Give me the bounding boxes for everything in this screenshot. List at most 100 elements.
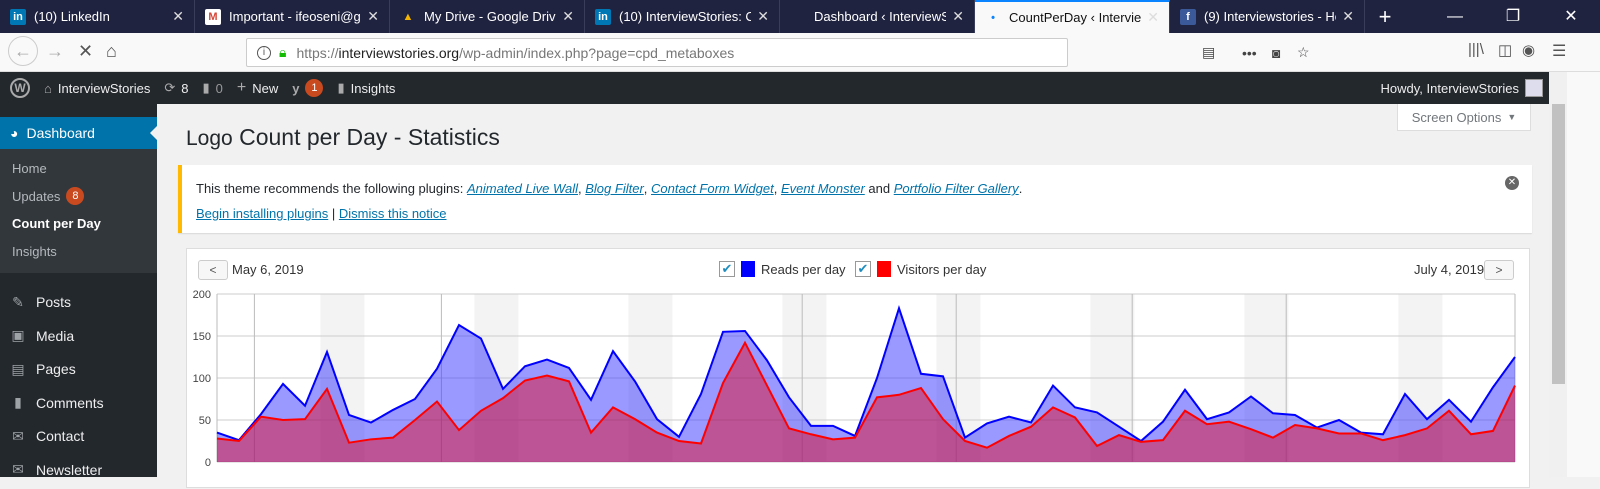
tab[interactable]: • CountPerDay ‹ InterviewSt ✕ bbox=[975, 0, 1170, 33]
sidebar-item-dashboard[interactable]: ◕ Dashboard bbox=[0, 117, 157, 149]
tab[interactable]: Dashboard ‹ InterviewStori ✕ bbox=[780, 0, 975, 33]
plugin-link[interactable]: Blog Filter bbox=[585, 181, 644, 196]
updates-count: 8 bbox=[181, 80, 189, 96]
back-button[interactable]: ← bbox=[8, 36, 38, 66]
sidebar-item[interactable]: ✎ Posts bbox=[0, 287, 157, 317]
begin-installing-link[interactable]: Begin installing plugins bbox=[196, 206, 328, 221]
y-tick-label: 150 bbox=[193, 331, 211, 343]
media-icon: ▣ bbox=[11, 327, 25, 343]
close-tab-icon[interactable]: ✕ bbox=[562, 8, 574, 25]
reader-view-icon[interactable]: ▤ bbox=[1202, 44, 1215, 61]
screen-options-button[interactable]: Screen Options ▼ bbox=[1397, 104, 1531, 131]
pages-icon: ▤ bbox=[11, 360, 25, 377]
url-bar[interactable]: i 🔒︎ https://interviewstories.org/wp-adm… bbox=[246, 38, 1310, 67]
howdy-account[interactable]: Howdy, InterviewStories bbox=[1381, 79, 1543, 97]
new-content-link[interactable]: + New bbox=[237, 79, 278, 97]
tab[interactable]: in (10) InterviewStories: Com ✕ bbox=[585, 0, 780, 33]
close-tab-icon[interactable]: ✕ bbox=[952, 8, 964, 25]
screen-options-label: Screen Options bbox=[1411, 109, 1502, 125]
sidebar-item[interactable]: ✉ Newsletter bbox=[0, 455, 157, 485]
sidebar-item-label: Dashboard bbox=[26, 125, 95, 141]
dismiss-notice-link[interactable]: Dismiss this notice bbox=[339, 206, 447, 221]
library-icon[interactable]: |||\ bbox=[1468, 41, 1484, 58]
sidebar-item[interactable]: ✉ Contact bbox=[0, 421, 157, 451]
updates-link[interactable]: ⟳ 8 bbox=[164, 80, 188, 96]
wp-admin-bar: W ⌂ InterviewStories ⟳ 8 ▮ 0 + New y1 ▮ Insig… bbox=[0, 72, 1549, 104]
submenu-label: Home bbox=[12, 161, 47, 177]
tab[interactable]: ▲ My Drive - Google Drive ✕ bbox=[390, 0, 585, 33]
title-logo: Logo bbox=[186, 127, 233, 150]
submenu-item[interactable]: Insights bbox=[0, 238, 157, 266]
y-tick-label: 200 bbox=[193, 289, 211, 301]
sidebar-item[interactable]: ▤ Pages bbox=[0, 354, 157, 384]
close-tab-icon[interactable]: ✕ bbox=[757, 8, 769, 25]
menu-icon[interactable]: ☰ bbox=[1552, 41, 1566, 61]
sidebar-item-label: Contact bbox=[36, 428, 85, 444]
close-window-button[interactable]: ✕ bbox=[1542, 0, 1600, 33]
bookmark-star-icon[interactable]: ☆ bbox=[1297, 44, 1310, 61]
yoast-icon: y bbox=[292, 80, 300, 96]
area-chart: 0 50 100 150 200 bbox=[193, 289, 1516, 469]
plugin-link[interactable]: Animated Live Wall bbox=[467, 181, 578, 196]
new-tab-button[interactable]: + bbox=[1365, 0, 1405, 33]
loading-dot-icon: • bbox=[991, 11, 995, 24]
tab-label: Dashboard ‹ InterviewStori bbox=[814, 9, 946, 24]
plugin-link[interactable]: Portfolio Filter Gallery bbox=[894, 181, 1019, 196]
submenu-item[interactable]: Updates 8 bbox=[0, 183, 157, 211]
admin-sidebar: ◕ Dashboard Home Updates 8 Count per Day Insi… bbox=[0, 104, 157, 478]
sidebar-icon[interactable]: ◫ bbox=[1498, 41, 1512, 59]
wordpress-logo-icon[interactable]: W bbox=[10, 78, 30, 98]
submenu-item[interactable]: Home bbox=[0, 155, 157, 183]
updates-badge: 8 bbox=[66, 187, 85, 206]
tab[interactable]: in (10) LinkedIn ✕ bbox=[0, 0, 195, 33]
sidebar-item[interactable]: ▮ Comments bbox=[0, 388, 157, 418]
comments-count: 0 bbox=[215, 80, 223, 96]
account-icon[interactable]: ◉ bbox=[1522, 41, 1535, 59]
info-icon[interactable]: i bbox=[257, 45, 271, 60]
stop-button[interactable]: ✕ bbox=[78, 41, 93, 62]
title-text: Count per Day - Statistics bbox=[239, 124, 500, 150]
dismiss-icon[interactable]: ✕ bbox=[1505, 176, 1519, 190]
pin-icon: ✎ bbox=[12, 293, 24, 310]
url-prefix: https:// bbox=[296, 44, 339, 61]
submenu-item[interactable]: Count per Day bbox=[0, 210, 157, 238]
site-link[interactable]: ⌂ InterviewStories bbox=[44, 81, 150, 96]
bar-chart-icon: ▮ bbox=[337, 80, 345, 95]
tab-label: CountPerDay ‹ InterviewSt bbox=[1009, 10, 1142, 25]
page-title: Logo Count per Day - Statistics bbox=[186, 124, 500, 151]
plugin-link[interactable]: Contact Form Widget bbox=[651, 181, 774, 196]
more-icon[interactable]: ••• bbox=[1242, 45, 1257, 61]
sidebar-item[interactable]: ▣ Media bbox=[0, 321, 157, 351]
pocket-icon[interactable]: ◙ bbox=[1272, 45, 1280, 61]
sidebar-item-label: Newsletter bbox=[36, 461, 103, 478]
close-tab-icon[interactable]: ✕ bbox=[172, 8, 184, 25]
comment-icon: ▮ bbox=[202, 80, 210, 95]
window-edge bbox=[1567, 72, 1600, 477]
home-button[interactable]: ⌂ bbox=[106, 41, 117, 62]
restore-button[interactable]: ❐ bbox=[1484, 0, 1542, 33]
chart-panel: < May 6, 2019 ✔ Reads per day ✔ Visitors p… bbox=[186, 248, 1530, 488]
y-tick-label: 50 bbox=[199, 415, 211, 427]
plugin-notice: This theme recommends the following plug… bbox=[178, 165, 1532, 233]
plugin-link[interactable]: Event Monster bbox=[781, 181, 865, 196]
submenu-label: Updates bbox=[12, 188, 61, 204]
tab[interactable]: f (9) Interviewstories - Hom ✕ bbox=[1170, 0, 1365, 33]
linkedin-icon: in bbox=[10, 8, 26, 25]
site-name: InterviewStories bbox=[57, 80, 151, 96]
insights-link[interactable]: ▮ Insights bbox=[337, 80, 395, 96]
submenu-label: Count per Day bbox=[12, 216, 101, 232]
minimize-button[interactable]: — bbox=[1426, 0, 1484, 33]
tab[interactable]: M Important - ifeoseni@gmail ✕ bbox=[195, 0, 390, 33]
url-path: /wp-admin/index.php?page=cpd_metaboxes bbox=[459, 44, 735, 61]
tab-label: (10) InterviewStories: Com bbox=[619, 9, 751, 24]
scrollbar-thumb[interactable] bbox=[1552, 104, 1565, 384]
close-tab-icon[interactable]: ✕ bbox=[1147, 9, 1159, 26]
forward-button[interactable]: → bbox=[46, 41, 64, 62]
yoast-link[interactable]: y1 bbox=[292, 79, 324, 97]
facebook-icon: f bbox=[1180, 8, 1196, 25]
dashboard-submenu: Home Updates 8 Count per Day Insights bbox=[0, 149, 157, 273]
close-tab-icon[interactable]: ✕ bbox=[367, 8, 379, 25]
close-tab-icon[interactable]: ✕ bbox=[1342, 8, 1354, 25]
comments-link[interactable]: ▮ 0 bbox=[202, 80, 222, 96]
caret-down-icon: ▼ bbox=[1507, 112, 1517, 122]
